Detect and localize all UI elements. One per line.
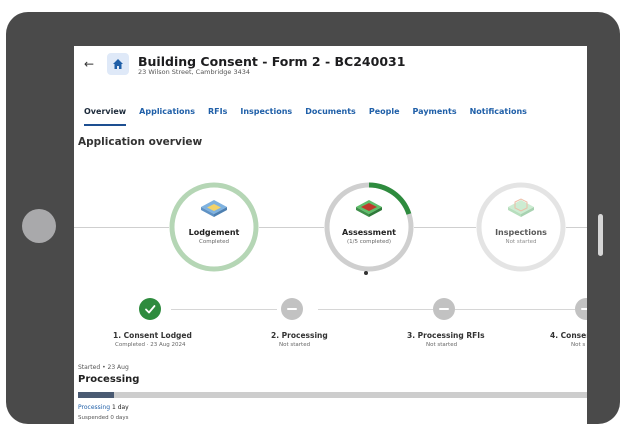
minus-icon [287, 308, 297, 310]
step-status-text: Not s [571, 342, 586, 348]
tab-applications[interactable]: Applications [139, 107, 195, 121]
isometric-assessment-icon [356, 200, 382, 217]
minus-icon [439, 308, 449, 310]
back-arrow-icon[interactable]: ← [84, 57, 94, 71]
processing-label: Processing [78, 404, 111, 411]
app-screen: ← Building Consent - Form 2 - BC240031 2… [74, 46, 587, 426]
tablet-home-button[interactable] [22, 209, 56, 243]
suspended-duration: Suspended 0 days [78, 415, 129, 421]
property-address: 23 Wilson Street, Cambridge 3434 [138, 68, 250, 76]
tab-people[interactable]: People [369, 107, 400, 121]
stage-assessment[interactable]: Assessment (1/5 completed) [324, 182, 414, 272]
step-connector [171, 309, 277, 310]
stage-progress-ring [324, 182, 414, 272]
tab-overview[interactable]: Overview [84, 107, 127, 126]
page-title: Building Consent - Form 2 - BC240031 [138, 54, 406, 69]
isometric-inspection-icon [508, 198, 534, 217]
stage-status: (1/5 completed) [346, 239, 392, 245]
stage-connector [259, 227, 324, 228]
step-status-not-started [281, 298, 303, 320]
step-status-text: Not started [279, 342, 311, 348]
step-status-not-started [575, 298, 587, 320]
step-status-text: Not started [426, 342, 458, 348]
active-stage-indicator [364, 271, 368, 275]
started-date: Started • 23 Aug [78, 364, 129, 371]
processing-value: 1 day [111, 404, 129, 411]
stage-connector [414, 227, 476, 228]
step-title: 3. Processing RFIs [407, 331, 485, 340]
step-status-not-started [433, 298, 455, 320]
tab-inspections[interactable]: Inspections [240, 107, 292, 121]
stage-status: Not started [505, 239, 537, 245]
section-title: Application overview [78, 136, 203, 148]
step-title: 2. Processing [271, 331, 328, 340]
stage-label: Assessment [342, 228, 396, 237]
stage-status: Completed [199, 239, 229, 245]
processing-progress-bar [78, 392, 587, 398]
step-title: 1. Consent Lodged [113, 331, 192, 340]
tab-rfis[interactable]: RFIs [208, 107, 227, 121]
checkmark-icon [145, 305, 156, 314]
stage-progress-ring [169, 182, 259, 272]
tablet-side-button[interactable] [598, 214, 603, 256]
tablet-frame: ← Building Consent - Form 2 - BC240031 2… [6, 12, 620, 426]
stage-label: Lodgement [188, 228, 240, 237]
step-status-completed [139, 298, 161, 320]
home-icon [113, 59, 123, 69]
stage-lodgement[interactable]: Lodgement Completed [169, 182, 259, 272]
processing-heading: Processing [78, 374, 140, 385]
step-connector [318, 309, 433, 310]
tab-documents[interactable]: Documents [305, 107, 356, 121]
step-status-text: Completed · 23 Aug 2024 [115, 342, 186, 348]
tab-bar: Overview Applications RFIs Inspections D… [84, 107, 540, 126]
stage-inspections[interactable]: Inspections Not started [476, 182, 566, 272]
home-button[interactable] [107, 53, 129, 75]
stage-label: Inspections [495, 228, 547, 237]
step-connector [455, 309, 575, 310]
tab-payments[interactable]: Payments [413, 107, 457, 121]
step-title: 4. Conser [550, 331, 587, 340]
stage-connector [74, 227, 169, 228]
processing-duration: Processing 1 day [78, 404, 129, 411]
minus-icon [581, 308, 587, 310]
stage-progress-ring [476, 182, 566, 272]
tab-notifications[interactable]: Notifications [470, 107, 527, 121]
isometric-plan-icon [201, 200, 227, 217]
processing-progress-fill [78, 392, 114, 398]
stage-connector [566, 227, 587, 228]
